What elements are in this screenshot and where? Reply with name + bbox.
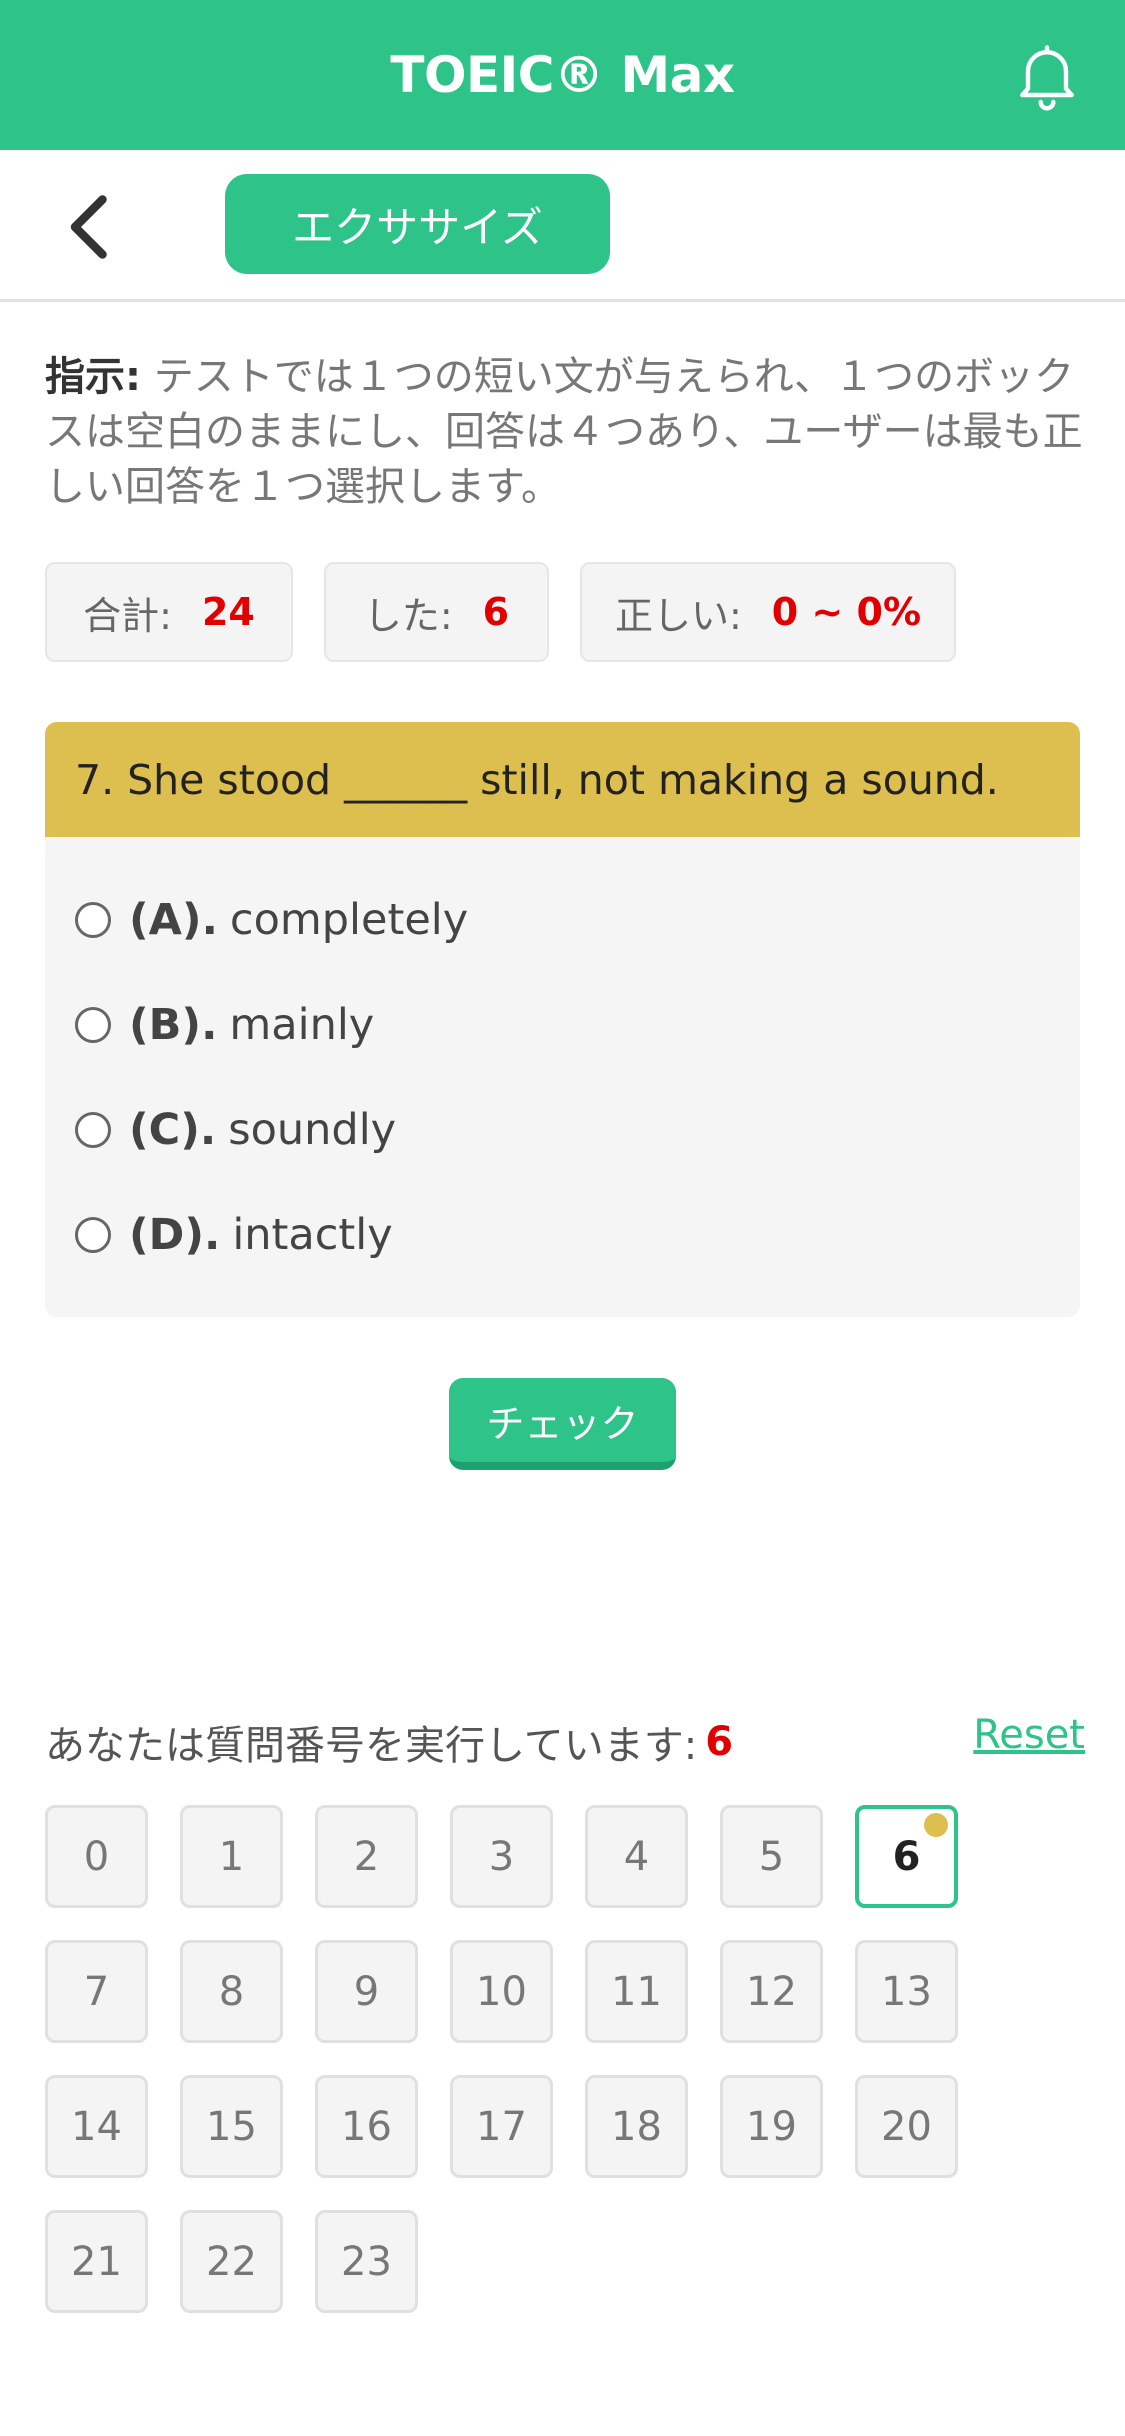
- progress-text: あなたは質問番号を実行しています:: [45, 1723, 698, 1769]
- question-number-button[interactable]: 13: [855, 1940, 958, 2043]
- question-number-label: 11: [611, 1968, 662, 2015]
- option-label: (D).: [129, 1210, 221, 1260]
- question-number-button[interactable]: 23: [315, 2210, 418, 2313]
- stat-done: した: 6: [324, 562, 549, 662]
- option-label: (B).: [129, 1000, 218, 1050]
- stat-total: 合計: 24: [45, 562, 293, 662]
- question-number-label: 6: [892, 1833, 921, 1880]
- radio-button[interactable]: [75, 1217, 111, 1253]
- option-label: (C).: [129, 1105, 217, 1155]
- stat-correct-value: 0 ~ 0%: [771, 590, 922, 634]
- radio-button[interactable]: [75, 1007, 111, 1043]
- question-card: 7. She stood ______ still, not making a …: [45, 722, 1080, 1317]
- instructions-label: 指示:: [45, 354, 141, 400]
- question-number-button[interactable]: 7: [45, 1940, 148, 2043]
- question-number-label: 0: [83, 1833, 110, 1880]
- question-number-label: 9: [353, 1968, 380, 2015]
- question-number-button[interactable]: 2: [315, 1805, 418, 1908]
- bell-icon[interactable]: [1009, 38, 1085, 114]
- option-c[interactable]: (C). soundly: [75, 1090, 396, 1170]
- question-number-label: 17: [476, 2103, 527, 2150]
- radio-button[interactable]: [75, 1112, 111, 1148]
- question-number-button[interactable]: 10: [450, 1940, 553, 2043]
- question-number-label: 22: [206, 2238, 257, 2285]
- question-number-button[interactable]: 15: [180, 2075, 283, 2178]
- option-text: soundly: [228, 1105, 397, 1155]
- stat-correct: 正しい: 0 ~ 0%: [580, 562, 956, 662]
- question-number-label: 12: [746, 1968, 797, 2015]
- question-number-button[interactable]: 9: [315, 1940, 418, 2043]
- app-header: TOEIC® Max: [0, 0, 1125, 150]
- current-indicator-dot: [924, 1813, 948, 1837]
- question-number-label: 2: [353, 1833, 380, 1880]
- option-b[interactable]: (B). mainly: [75, 985, 374, 1065]
- tab-exercise[interactable]: エクササイズ: [225, 174, 610, 274]
- question-number-label: 18: [611, 2103, 662, 2150]
- reset-link[interactable]: Reset: [973, 1712, 1085, 1758]
- option-text: completely: [229, 895, 469, 945]
- question-number-label: 7: [83, 1968, 110, 2015]
- question-number-label: 13: [881, 1968, 932, 2015]
- question-number-label: 15: [206, 2103, 257, 2150]
- option-a[interactable]: (A). completely: [75, 880, 468, 960]
- progress-current: 6: [705, 1719, 734, 1765]
- question-number-button[interactable]: 8: [180, 1940, 283, 2043]
- question-number-button[interactable]: 5: [720, 1805, 823, 1908]
- stat-total-value: 24: [201, 590, 255, 634]
- question-number-button[interactable]: 0: [45, 1805, 148, 1908]
- question-number-label: 14: [71, 2103, 122, 2150]
- question-number-button[interactable]: 4: [585, 1805, 688, 1908]
- instructions-text: テストでは１つの短い文が与えられ、１つのボックスは空白のままにし、回答は４つあり…: [45, 354, 1083, 510]
- stat-done-label: した:: [363, 593, 453, 638]
- question-number-label: 16: [341, 2103, 392, 2150]
- question-number-button[interactable]: 21: [45, 2210, 148, 2313]
- question-number-button[interactable]: 20: [855, 2075, 958, 2178]
- question-number-label: 20: [881, 2103, 932, 2150]
- question-number-button[interactable]: 16: [315, 2075, 418, 2178]
- question-number-button[interactable]: 22: [180, 2210, 283, 2313]
- chevron-left-icon[interactable]: [62, 192, 118, 262]
- question-number-button[interactable]: 17: [450, 2075, 553, 2178]
- question-number-label: 19: [746, 2103, 797, 2150]
- question-text: 7. She stood ______ still, not making a …: [45, 722, 1080, 837]
- question-number-label: 4: [623, 1833, 650, 1880]
- question-number-label: 8: [218, 1968, 245, 2015]
- option-text: mainly: [229, 1000, 375, 1050]
- question-number-button[interactable]: 19: [720, 2075, 823, 2178]
- question-number-button[interactable]: 1: [180, 1805, 283, 1908]
- radio-button[interactable]: [75, 902, 111, 938]
- question-number-button[interactable]: 14: [45, 2075, 148, 2178]
- progress-line: あなたは質問番号を実行しています: 6 Reset: [45, 1712, 1085, 1772]
- question-number-label: 21: [71, 2238, 122, 2285]
- instructions: 指示: テストでは１つの短い文が与えられ、１つのボックスは空白のままにし、回答は…: [45, 350, 1085, 515]
- stat-done-value: 6: [482, 590, 510, 634]
- question-number-label: 23: [341, 2238, 392, 2285]
- stat-correct-label: 正しい:: [614, 593, 742, 638]
- question-number-button[interactable]: 11: [585, 1940, 688, 2043]
- option-d[interactable]: (D). intactly: [75, 1195, 393, 1275]
- question-number-label: 1: [218, 1833, 245, 1880]
- question-number-label: 5: [758, 1833, 785, 1880]
- check-button[interactable]: チェック: [449, 1378, 676, 1470]
- option-text: intactly: [232, 1210, 393, 1260]
- stat-total-label: 合計:: [83, 593, 172, 638]
- option-label: (A).: [129, 895, 218, 945]
- question-number-button[interactable]: 3: [450, 1805, 553, 1908]
- app-title: TOEIC® Max: [390, 46, 735, 104]
- question-number-button[interactable]: 12: [720, 1940, 823, 2043]
- sub-navigation-bar: エクササイズ: [0, 150, 1125, 302]
- question-number-label: 3: [488, 1833, 515, 1880]
- question-number-label: 10: [476, 1968, 527, 2015]
- question-number-button[interactable]: 18: [585, 2075, 688, 2178]
- question-number-button[interactable]: 6: [855, 1805, 958, 1908]
